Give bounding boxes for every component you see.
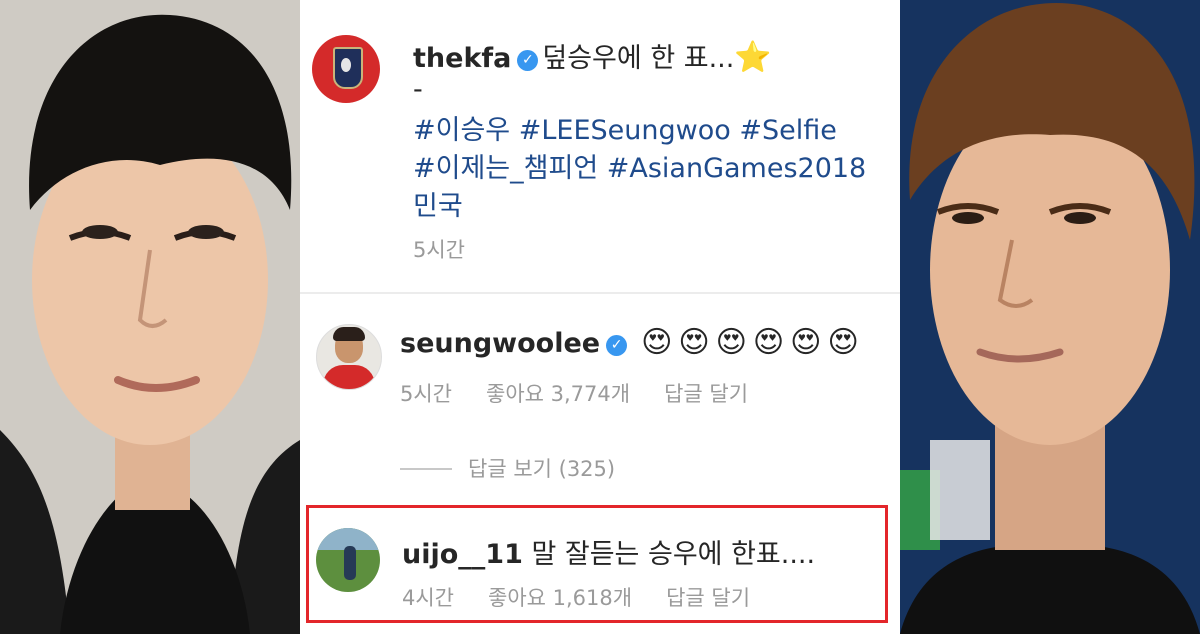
uijo-avatar[interactable] — [316, 528, 380, 592]
comment-1-time: 5시간 — [400, 382, 453, 406]
post-hashtags: #이승우 #LEESeungwoo #Selfie #이제는_챔피언 #Asia… — [413, 112, 866, 226]
view-replies-label[interactable]: 답글 보기 (325) — [468, 457, 615, 481]
comment-1-meta: 5시간 좋아요 3,774개 답글 달기 — [400, 378, 782, 408]
kfa-crest-icon — [333, 47, 363, 89]
comment-2-reply-button[interactable]: 답글 달기 — [666, 586, 750, 610]
caption-dash: - — [413, 74, 423, 105]
verified-badge-icon: ✓ — [606, 335, 628, 356]
comment-2-time: 4시간 — [402, 586, 455, 610]
section-divider — [300, 292, 900, 294]
comment-1-reply-button[interactable]: 답글 달기 — [664, 382, 748, 406]
avatar-hair — [333, 327, 365, 341]
post-username[interactable]: thekfa — [413, 43, 511, 74]
comment-1-username[interactable]: seungwoolee — [400, 328, 600, 359]
kfa-avatar[interactable] — [312, 35, 380, 103]
avatar-player — [344, 546, 356, 580]
comment-2-line: uijo__11 말 잘듣는 승우에 한표.... — [402, 532, 815, 571]
star-emoji-icon: ⭐ — [734, 40, 772, 75]
left-player-photo — [0, 0, 300, 634]
seungwoolee-avatar[interactable] — [316, 324, 382, 390]
comment-1-line: seungwoolee ✓ 😍😍😍😍😍😍 — [400, 325, 865, 360]
hashtags-line-1[interactable]: #이승우 #LEESeungwoo #Selfie — [413, 112, 866, 150]
comment-2-username[interactable]: uijo__11 — [402, 539, 523, 570]
post-timestamp: 5시간 — [413, 238, 466, 262]
view-replies-link[interactable]: 답글 보기 (325) — [400, 453, 615, 483]
avatar-shirt — [323, 365, 375, 389]
right-player-photo — [900, 0, 1200, 634]
comment-2-meta: 4시간 좋아요 1,618개 답글 달기 — [402, 582, 784, 612]
comment-1-text: 😍😍😍😍😍😍 — [641, 325, 865, 360]
verified-badge-icon: ✓ — [517, 50, 539, 71]
post-caption: 덮승우에 한 표... — [542, 43, 735, 74]
comment-2-likes[interactable]: 좋아요 1,618개 — [488, 586, 632, 610]
comment-2-text: 말 잘듣는 승우에 한표.... — [531, 539, 816, 570]
instagram-comment-panel: thekfa ✓ 덮승우에 한 표...⭐ - #이승우 #LEESeungwoo … — [300, 0, 900, 634]
post-caption-line: thekfa ✓ 덮승우에 한 표...⭐ — [413, 36, 772, 75]
comment-1-likes[interactable]: 좋아요 3,774개 — [486, 382, 630, 406]
hashtags-line-2[interactable]: #이제는_챔피언 #AsianGames2018 — [413, 150, 866, 188]
replies-line — [400, 468, 452, 470]
hashtags-line-3[interactable]: 민국 — [413, 188, 866, 226]
